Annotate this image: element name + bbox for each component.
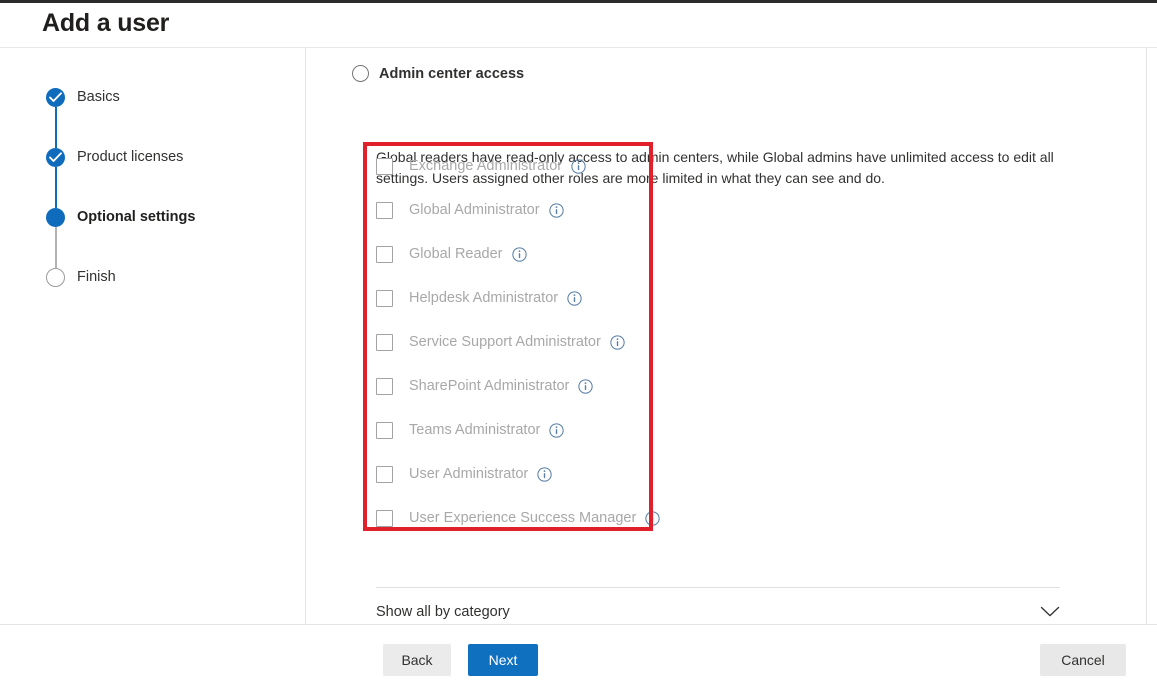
wizard-stepper: Basics Product licenses Optional setting… [46,88,286,292]
role-checkbox[interactable] [376,465,393,483]
info-icon[interactable] [511,246,527,262]
info-icon[interactable] [645,510,660,526]
step-complete-check-icon [46,88,65,107]
list-item[interactable]: Exchange Administrator [376,144,676,188]
role-checkbox[interactable] [376,377,393,395]
list-item[interactable]: Global Reader [376,232,676,276]
info-icon[interactable] [610,334,625,350]
info-icon[interactable] [548,202,564,218]
sidebar-item-label: Basics [77,89,120,105]
show-all-by-category-toggle[interactable]: Show all by category [376,597,1060,627]
role-label: Global Reader [409,246,503,262]
sidebar-item-basics[interactable]: Basics [46,88,286,148]
role-checkbox[interactable] [376,245,393,263]
list-item[interactable]: Helpdesk Administrator [376,276,676,320]
role-checkbox[interactable] [376,157,393,175]
cancel-button[interactable]: Cancel [1040,644,1126,676]
list-item[interactable]: SharePoint Administrator [376,364,676,408]
step-pending-circle-icon [46,268,65,287]
info-icon[interactable] [571,158,586,174]
info-icon[interactable] [567,290,582,306]
role-label: Service Support Administrator [409,334,601,350]
next-button[interactable]: Next [468,644,538,676]
sidebar-item-label: Product licenses [77,149,184,165]
role-label: User Administrator [409,466,529,482]
role-label: User Experience Success Manager [409,510,637,526]
list-item[interactable]: User Experience Success Manager [376,496,676,540]
list-item[interactable]: Teams Administrator [376,408,676,452]
step-connector [55,227,57,268]
admin-center-access-label: Admin center access [379,65,525,82]
admin-roles-list: Exchange Administrator Global Administra… [376,144,676,540]
page-title: Add a user [42,9,170,37]
role-label: Teams Administrator [409,422,541,438]
panel-header: Add a user [0,3,1157,48]
info-icon[interactable] [537,466,552,482]
sidebar-item-label: Optional settings [77,209,196,225]
sidebar-item-product-licenses[interactable]: Product licenses [46,148,286,208]
sidebar-item-optional-settings[interactable]: Optional settings [46,208,286,268]
role-label: Helpdesk Administrator [409,290,559,306]
content-right-edge [1146,48,1147,625]
role-checkbox[interactable] [376,421,393,439]
list-item[interactable]: Service Support Administrator [376,320,676,364]
category-divider [376,587,1060,588]
role-label: Global Administrator [409,202,540,218]
list-item[interactable]: Global Administrator [376,188,676,232]
optional-settings-content: Admin center access Global readers have … [306,48,1146,625]
sidebar-item-finish[interactable]: Finish [46,268,286,292]
step-complete-check-icon [46,148,65,167]
step-connector [55,107,57,148]
role-label: SharePoint Administrator [409,378,570,394]
radio-unselected-icon[interactable] [352,65,369,82]
wizard-footer: Back Next Cancel [0,626,1157,691]
info-icon[interactable] [549,422,565,438]
show-all-by-category-label: Show all by category [376,604,510,620]
role-checkbox[interactable] [376,509,393,527]
role-checkbox[interactable] [376,289,393,307]
step-connector [55,167,57,208]
list-item[interactable]: User Administrator [376,452,676,496]
info-icon[interactable] [578,378,594,394]
admin-center-access-option[interactable]: Admin center access [352,65,524,82]
body-area: Basics Product licenses Optional setting… [0,48,1157,625]
back-button[interactable]: Back [383,644,451,676]
chevron-down-icon[interactable] [1040,606,1060,618]
sidebar-item-label: Finish [77,269,116,285]
role-checkbox[interactable] [376,201,393,219]
role-label: Exchange Administrator [409,158,563,174]
step-current-dot-icon [46,208,65,227]
role-checkbox[interactable] [376,333,393,351]
